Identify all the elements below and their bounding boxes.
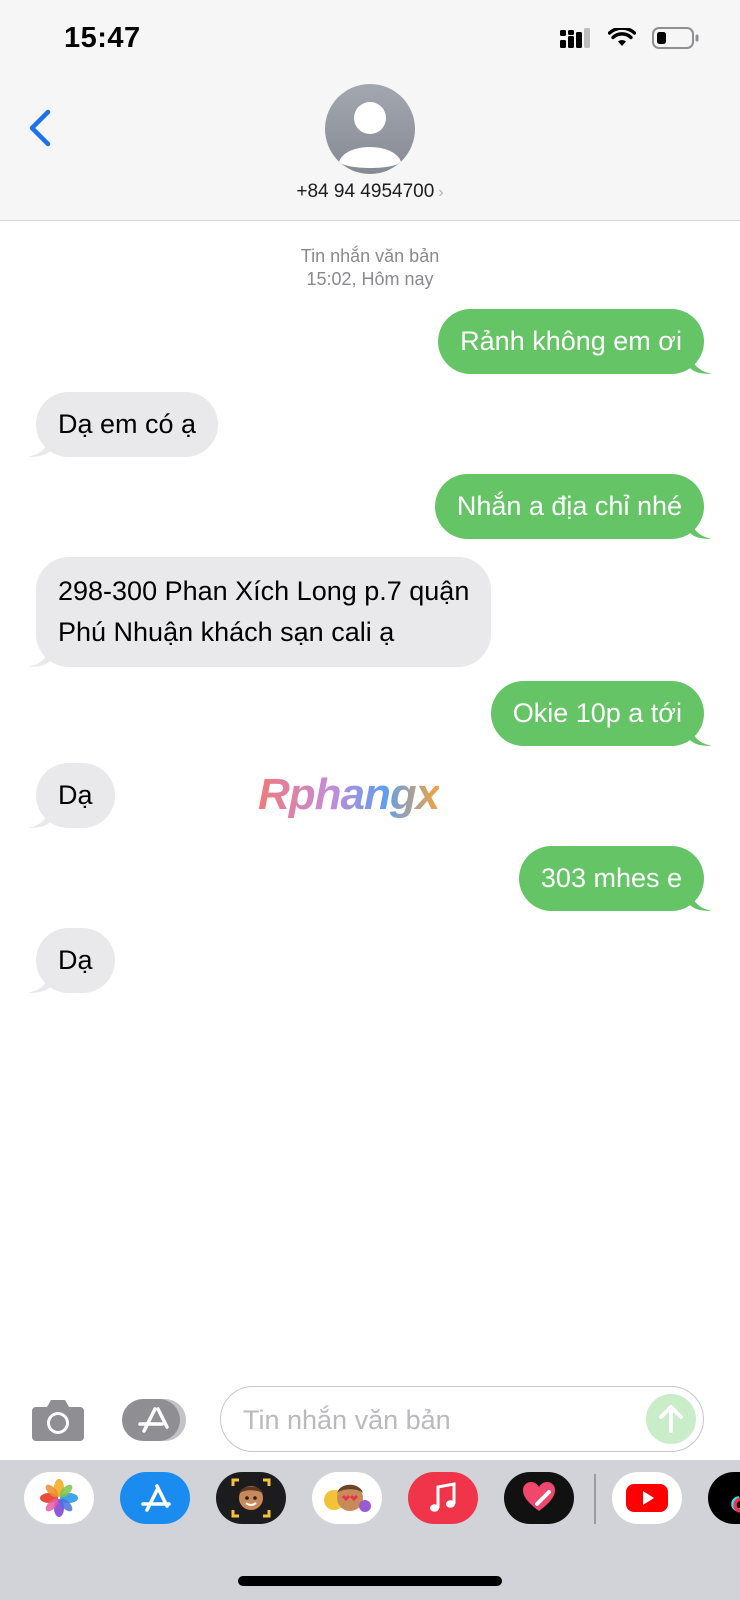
message-input[interactable]: Tin nhắn văn bản [220, 1386, 704, 1452]
message-bubble-sent[interactable]: Rảnh không em ơi [438, 309, 712, 374]
bubble-tail [28, 971, 50, 993]
animoji-stickers-icon [324, 1484, 371, 1512]
camera-icon [32, 1400, 84, 1441]
contact-name-button[interactable]: +84 94 4954700 › [0, 181, 740, 203]
battery-icon [652, 27, 699, 49]
chevron-right-icon: › [438, 184, 444, 201]
message-composer: Tin nhắn văn bản [0, 1380, 740, 1460]
app-store-icon [141, 1484, 171, 1512]
message-text: Dạ [58, 780, 93, 810]
wifi-icon [608, 28, 636, 46]
message-text: Dạ [58, 945, 93, 975]
memoji-icon [231, 1478, 271, 1518]
message-text-line: Phú Nhuận khách sạn cali ạ [58, 617, 395, 647]
bubble-tail [690, 352, 712, 374]
watermark: Rphangx [258, 770, 440, 819]
message-bubble-received[interactable]: Dạ [28, 763, 115, 828]
youtube-app[interactable] [612, 1472, 682, 1524]
digital-touch-icon [523, 1482, 555, 1511]
message-text: Rảnh không em ơi [460, 326, 682, 356]
app-store-icon [122, 1399, 186, 1441]
app-store-button[interactable] [122, 1397, 188, 1443]
memoji-app[interactable] [216, 1472, 286, 1524]
message-bubble-sent[interactable]: Nhắn a địa chỉ nhé [434, 474, 712, 539]
digital-touch-app[interactable] [504, 1472, 574, 1524]
message-bubble-sent[interactable]: Okie 10p a tới [490, 681, 712, 746]
service-label: Tin nhắn văn bản [300, 246, 440, 266]
status-icons [560, 26, 700, 50]
music-app[interactable] [408, 1472, 478, 1524]
message-bubble-sent[interactable]: 303 mhes e [518, 846, 712, 911]
home-indicator [238, 1576, 502, 1586]
send-button[interactable] [646, 1394, 696, 1444]
bubble-tail [28, 435, 50, 457]
photos-icon [40, 1479, 78, 1517]
cellular-signal-icon [560, 28, 590, 48]
back-button[interactable] [22, 104, 62, 152]
arrow-up-icon [659, 1405, 683, 1433]
message-text: Nhắn a địa chỉ nhé [456, 491, 682, 521]
bubble-tail [28, 645, 50, 667]
photos-app[interactable] [24, 1472, 94, 1524]
bubble-tail [690, 889, 712, 911]
chevron-left-icon [29, 109, 51, 147]
date-label: 15:02, Hôm nay [306, 269, 434, 289]
bubble-tail [690, 517, 712, 539]
message-input-placeholder: Tin nhắn văn bản [243, 1405, 451, 1435]
tiktok-app[interactable] [708, 1472, 740, 1524]
app-store-app[interactable] [120, 1472, 190, 1524]
message-bubble-received[interactable]: Dạ em có ạ [28, 392, 219, 457]
drawer-divider [594, 1474, 596, 1524]
bubble-tail [28, 806, 50, 828]
music-icon [430, 1482, 456, 1512]
message-text: Okie 10p a tới [512, 698, 682, 728]
contact-avatar[interactable] [325, 84, 415, 174]
thread-timestamp: Tin nhắn văn bản 15:02, Hôm nay [0, 245, 740, 291]
person-icon [339, 102, 401, 168]
status-time: 15:47 [64, 22, 141, 54]
tiktok-icon [731, 1496, 740, 1513]
message-bubble-received[interactable]: Dạ [28, 928, 115, 993]
contact-number: +84 94 4954700 [296, 181, 435, 202]
bubble-tail [690, 724, 712, 746]
message-text: Dạ em có ạ [58, 409, 197, 439]
camera-button[interactable] [30, 1397, 86, 1443]
message-bubble-received[interactable]: 298-300 Phan Xích Long p.7 quận Phú Nhuậ… [28, 557, 492, 667]
message-text-line: 298-300 Phan Xích Long p.7 quận [58, 576, 470, 606]
animoji-stickers-app[interactable] [312, 1472, 382, 1524]
conversation-header: 15:47 +84 94 4954700 › [0, 0, 740, 221]
message-text: 303 mhes e [540, 863, 682, 893]
youtube-icon [626, 1484, 668, 1512]
